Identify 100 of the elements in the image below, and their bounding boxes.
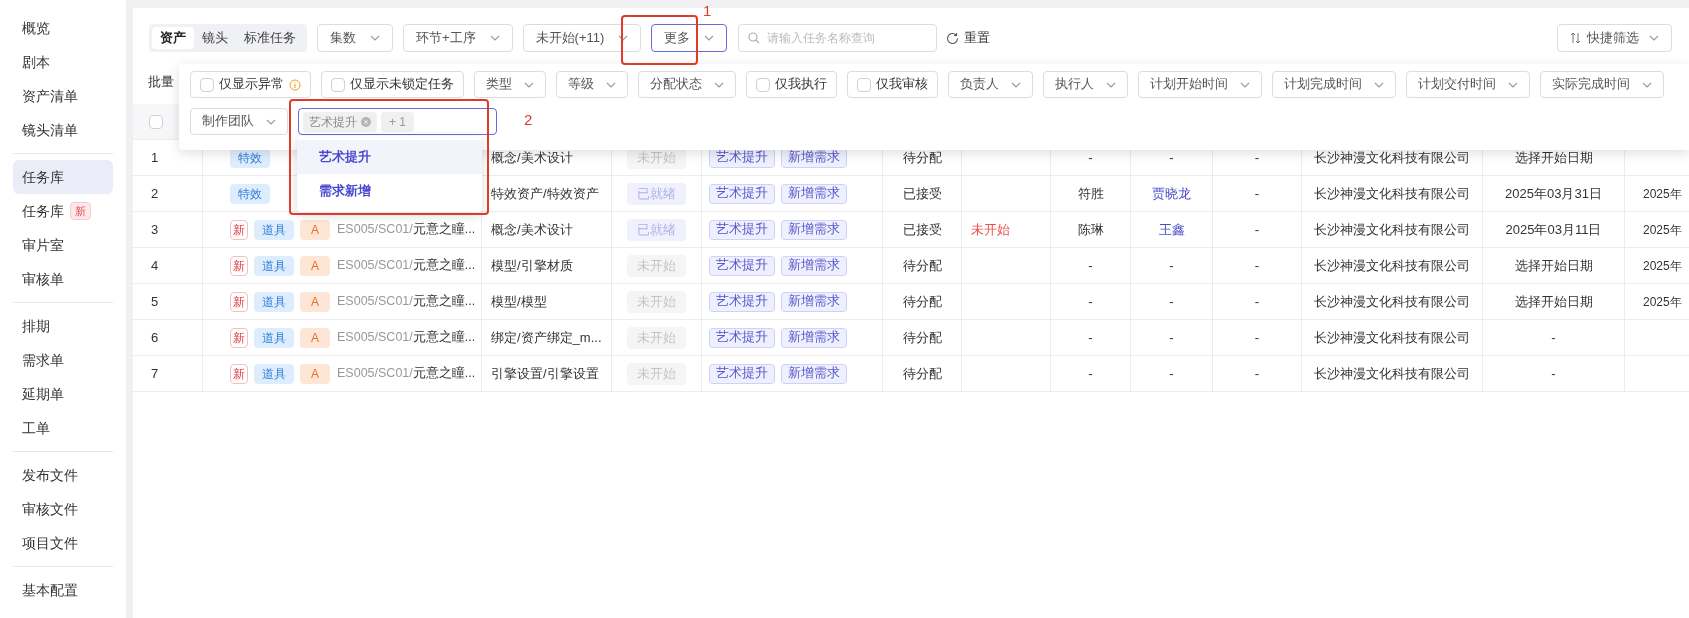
refresh-icon <box>946 31 960 45</box>
sidebar-item[interactable]: 资产清单 <box>13 79 113 113</box>
status-badge: 已就绪 <box>627 218 686 241</box>
chevron-down-icon <box>1240 81 1250 88</box>
filter-dropdown[interactable]: 环节+工序 <box>403 24 513 52</box>
owner-name: - <box>1088 292 1093 311</box>
chevron-down-icon <box>524 81 534 88</box>
selected-tag: 艺术提升 <box>303 111 377 132</box>
grade-tag: A <box>300 327 330 348</box>
type-tag: 道具 <box>254 363 294 384</box>
filter-checkbox[interactable]: 仅我执行 <box>746 71 837 98</box>
sidebar-item[interactable]: 延期单 <box>13 377 113 411</box>
date-text: 选择开始日期 <box>1514 148 1593 167</box>
requirement-tag: 艺术提升 <box>709 219 775 240</box>
requirement-tag: 艺术提升 <box>709 183 775 204</box>
segment-tab[interactable]: 标准任务 <box>236 27 304 49</box>
step-text: 绑定/资产绑定_m... <box>491 328 602 347</box>
step-text: 模型/模型 <box>491 292 547 311</box>
requirement-tag: 艺术提升 <box>709 363 775 384</box>
checkbox[interactable] <box>756 77 770 92</box>
dropdown-option[interactable]: 需求新增 <box>297 174 482 208</box>
filter-dropdown[interactable]: 计划完成时间 <box>1272 71 1396 98</box>
sidebar-item[interactable]: 项目文件 <box>13 526 113 560</box>
step-text: 概念/美术设计 <box>491 148 573 167</box>
assignment-status: 待分配 <box>902 328 942 347</box>
close-circle-icon <box>361 116 371 127</box>
checkbox[interactable] <box>200 77 214 92</box>
filter-dropdown[interactable]: 更多 <box>651 24 728 52</box>
segment-tab[interactable]: 资产 <box>152 27 194 49</box>
date-text: 2025年 <box>1643 293 1682 311</box>
dropdown-option[interactable]: 艺术提升 <box>297 140 482 174</box>
row-number: 1 <box>151 148 159 167</box>
date-text: 选择开始日期 <box>1514 292 1593 311</box>
new-badge: 新 <box>70 202 91 220</box>
requirement-tag: 新增需求 <box>781 291 847 312</box>
sidebar-item[interactable]: 镜头清单 <box>13 113 113 147</box>
sidebar-item[interactable]: 工单 <box>13 411 113 445</box>
requirement-tag: 新增需求 <box>781 183 847 204</box>
filter-dropdown[interactable]: 负责人 <box>948 71 1033 98</box>
grade-tag: A <box>300 363 330 384</box>
date-text: 2025年03月31日 <box>1505 184 1602 203</box>
requirement-tag: 新增需求 <box>781 363 847 384</box>
executor-link[interactable]: 王鑫 <box>1158 219 1185 240</box>
executor-name: - <box>1169 364 1174 383</box>
sidebar-item[interactable]: 剧本 <box>13 45 113 79</box>
sidebar-item[interactable]: 审核文件 <box>13 492 113 526</box>
search-field[interactable]: 请输入任务名称查询 <box>738 24 938 52</box>
filter-dropdown[interactable]: 等级 <box>556 71 628 98</box>
new-tag: 新 <box>230 291 248 312</box>
filter-dropdown[interactable]: 执行人 <box>1043 71 1128 98</box>
sidebar-item[interactable]: 需求单 <box>13 343 113 377</box>
type-tag: 特效 <box>230 183 270 204</box>
filter-checkbox[interactable]: 仅我审核 <box>847 71 938 98</box>
annotation-number: 1 <box>703 2 712 20</box>
owner-name: 陈琳 <box>1077 220 1104 239</box>
filter-dropdown[interactable]: 制作团队 <box>190 108 288 135</box>
filter-dropdown[interactable]: 计划交付时间 <box>1406 71 1530 98</box>
reset-button[interactable]: 重置 <box>946 28 991 48</box>
company-name: 长沙神漫文化科技有限公司 <box>1314 328 1470 347</box>
filter-dropdown[interactable]: 实际完成时间 <box>1540 71 1664 98</box>
row-number: 3 <box>151 220 159 239</box>
sidebar-item[interactable]: 任务库 新 <box>13 194 113 228</box>
date-text: 选择开始日期 <box>1514 256 1593 275</box>
segment-tab[interactable]: 镜头 <box>194 27 236 49</box>
filter-dropdown[interactable]: 集数 <box>317 24 393 52</box>
filter-checkbox[interactable]: 仅显示异常 <box>190 71 311 98</box>
more-count: + 1 <box>381 111 414 132</box>
filter-dropdown[interactable]: 分配状态 <box>638 71 736 98</box>
filter-checkbox[interactable]: 仅显示未锁定任务 <box>321 71 464 98</box>
sidebar-item[interactable]: 发布文件 <box>13 458 113 492</box>
step-text: 模型/引擎材质 <box>491 256 573 275</box>
quick-filter-button[interactable]: 快捷筛选 <box>1557 24 1672 52</box>
sidebar-item[interactable]: 基本配置 <box>13 573 113 607</box>
date-text: - <box>1551 364 1556 383</box>
checkbox[interactable] <box>331 77 345 92</box>
owner-name: - <box>1088 256 1093 275</box>
company-name: 长沙神漫文化科技有限公司 <box>1314 292 1470 311</box>
date-text: - <box>1551 328 1556 347</box>
row-number: 2 <box>151 184 159 203</box>
sidebar-item[interactable]: 审核单 <box>13 262 113 296</box>
filter-dropdown[interactable]: 计划开始时间 <box>1138 71 1262 98</box>
date-text: 2025年03月11日 <box>1505 220 1602 239</box>
sidebar-item[interactable]: 审片室 <box>13 228 113 262</box>
chevron-down-icon <box>1011 81 1021 88</box>
checkbox[interactable] <box>149 114 163 129</box>
filter-dropdown[interactable]: 类型 <box>474 71 546 98</box>
table-cell-text: - <box>1254 148 1260 167</box>
checkbox[interactable] <box>857 77 871 92</box>
executor-link[interactable]: 贾晓龙 <box>1152 183 1191 204</box>
sort-icon <box>1570 32 1581 44</box>
sidebar-item[interactable]: 排期 <box>13 309 113 343</box>
company-name: 长沙神漫文化科技有限公司 <box>1314 364 1470 383</box>
requirement-tag: 新增需求 <box>781 255 847 276</box>
new-tag: 新 <box>230 327 248 348</box>
sidebar-item[interactable]: 任务库 <box>13 160 113 194</box>
filter-dropdown[interactable]: 未开始(+11) <box>522 24 642 52</box>
company-name: 长沙神漫文化科技有限公司 <box>1314 184 1470 203</box>
sidebar-item[interactable]: 概览 <box>13 11 113 45</box>
assignment-status: 已接受 <box>902 220 942 239</box>
requirement-tag: 新增需求 <box>781 327 847 348</box>
